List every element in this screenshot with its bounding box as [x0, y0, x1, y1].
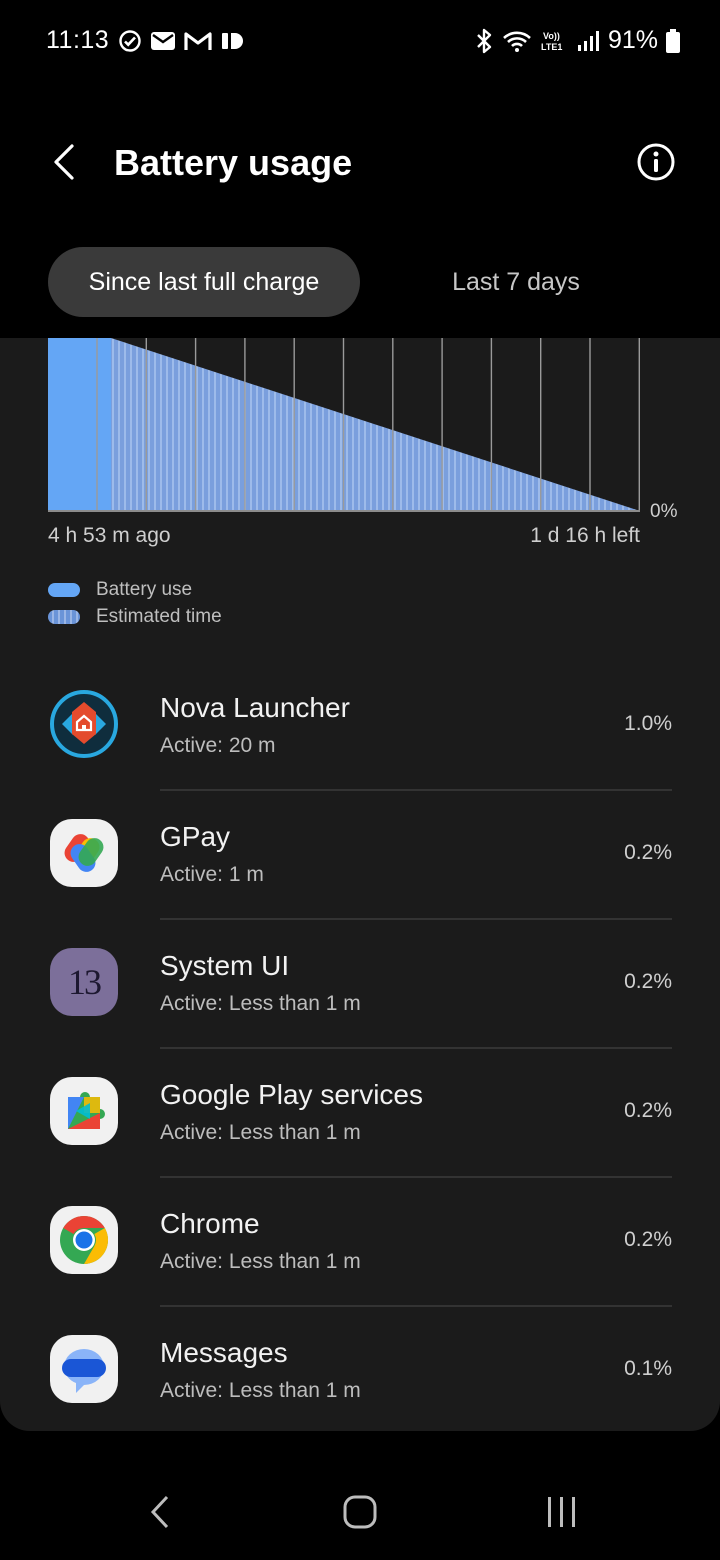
legend-label: Estimated time [96, 605, 222, 627]
app-active-time: Active: 1 m [160, 863, 264, 886]
app-name: GPay [160, 821, 231, 852]
battery-chart [48, 338, 640, 512]
gmail-icon [184, 32, 212, 50]
list-item[interactable]: Messages Active: Less than 1 m 0.1% [0, 1307, 720, 1436]
app-active-time: Active: Less than 1 m [160, 1379, 361, 1402]
app-active-time: Active: 20 m [160, 734, 276, 757]
check-circle-icon [119, 30, 141, 52]
chevron-left-icon [54, 144, 74, 180]
legend-label: Battery use [96, 578, 193, 600]
home-icon [343, 1495, 377, 1529]
chart-start-label: 4 h 53 m ago [48, 524, 171, 547]
list-item[interactable]: Google Play services Active: Less than 1… [0, 1049, 720, 1178]
chart-zero-label: 0% [650, 501, 678, 522]
signal-icon [577, 30, 599, 51]
system-ui-icon-text: 13 [68, 962, 102, 1002]
app-active-time: Active: Less than 1 m [160, 1121, 361, 1144]
tab-since-last-full-charge[interactable]: Since last full charge [48, 247, 360, 317]
status-bar: 11:13 Vo)) LTE1 91% [0, 0, 720, 84]
list-item[interactable]: Nova Launcher Active: 20 m 1.0% [0, 662, 720, 791]
app-usage-percent: 0.2% [624, 970, 672, 993]
list-item[interactable]: GPay Active: 1 m 0.2% [0, 791, 720, 920]
nav-home-button[interactable] [330, 1490, 390, 1534]
info-button[interactable] [632, 138, 680, 186]
system-ui-icon: 13 [50, 948, 118, 1016]
chevron-left-icon [150, 1495, 169, 1529]
app-usage-percent: 0.2% [624, 1228, 672, 1251]
gpay-icon [50, 819, 118, 887]
chart-end-label: 1 d 16 h left [530, 524, 640, 547]
app-active-time: Active: Less than 1 m [160, 1250, 361, 1273]
app-name: Nova Launcher [160, 692, 350, 723]
estimated-time-area [111, 338, 640, 511]
legend-estimated-time: Estimated time [48, 603, 222, 630]
chrome-icon [50, 1206, 118, 1274]
app-active-time: Active: Less than 1 m [160, 992, 361, 1015]
nav-back-button[interactable] [130, 1490, 190, 1534]
battery-percent: 91% [607, 26, 658, 54]
list-item[interactable]: Chrome Active: Less than 1 m 0.2% [0, 1178, 720, 1307]
battery-icon [666, 28, 680, 53]
svg-text:Vo)): Vo)) [543, 31, 560, 41]
wifi-icon [503, 31, 531, 52]
back-button[interactable] [40, 138, 88, 186]
app-name: Messages [160, 1337, 288, 1368]
app-name: Google Play services [160, 1079, 424, 1110]
volte-icon: Vo))LTE1 [541, 31, 562, 52]
page-title: Battery usage [114, 142, 353, 183]
list-item[interactable]: 13 System UI Active: Less than 1 m 0.2% [0, 920, 720, 1049]
info-icon [637, 143, 675, 181]
app-usage-percent: 1.0% [624, 712, 672, 735]
battery-usage-card: 0% 4 h 53 m ago 1 d 16 h left Battery us… [0, 338, 720, 1431]
id-card-icon [222, 33, 243, 49]
app-usage-percent: 0.2% [624, 841, 672, 864]
status-right: Vo)) LTE1 91% [474, 26, 680, 55]
notification-icons [118, 29, 244, 53]
messages-icon [50, 1335, 118, 1403]
legend-battery-use: Battery use [48, 576, 222, 603]
nav-recents-button[interactable] [532, 1490, 592, 1534]
battery-use-area [48, 338, 111, 511]
google-play-services-icon [50, 1077, 118, 1145]
app-usage-percent: 0.2% [624, 1099, 672, 1122]
app-name: Chrome [160, 1208, 260, 1239]
nova-launcher-icon [50, 690, 118, 758]
bluetooth-icon [477, 28, 492, 53]
legend-swatch-striped [48, 609, 80, 624]
svg-text:LTE1: LTE1 [541, 42, 562, 52]
email-icon [151, 32, 175, 50]
app-list: Nova Launcher Active: 20 m 1.0% GPay Act… [0, 662, 720, 1436]
recents-icon [548, 1497, 575, 1527]
legend-swatch-solid [48, 582, 80, 597]
navigation-bar [0, 1470, 720, 1560]
status-time: 11:13 [46, 26, 110, 54]
tab-last-7-days[interactable]: Last 7 days [380, 247, 652, 317]
chart-legend: Battery use Estimated time [48, 576, 222, 630]
app-name: System UI [160, 950, 290, 981]
app-usage-percent: 0.1% [624, 1357, 672, 1380]
